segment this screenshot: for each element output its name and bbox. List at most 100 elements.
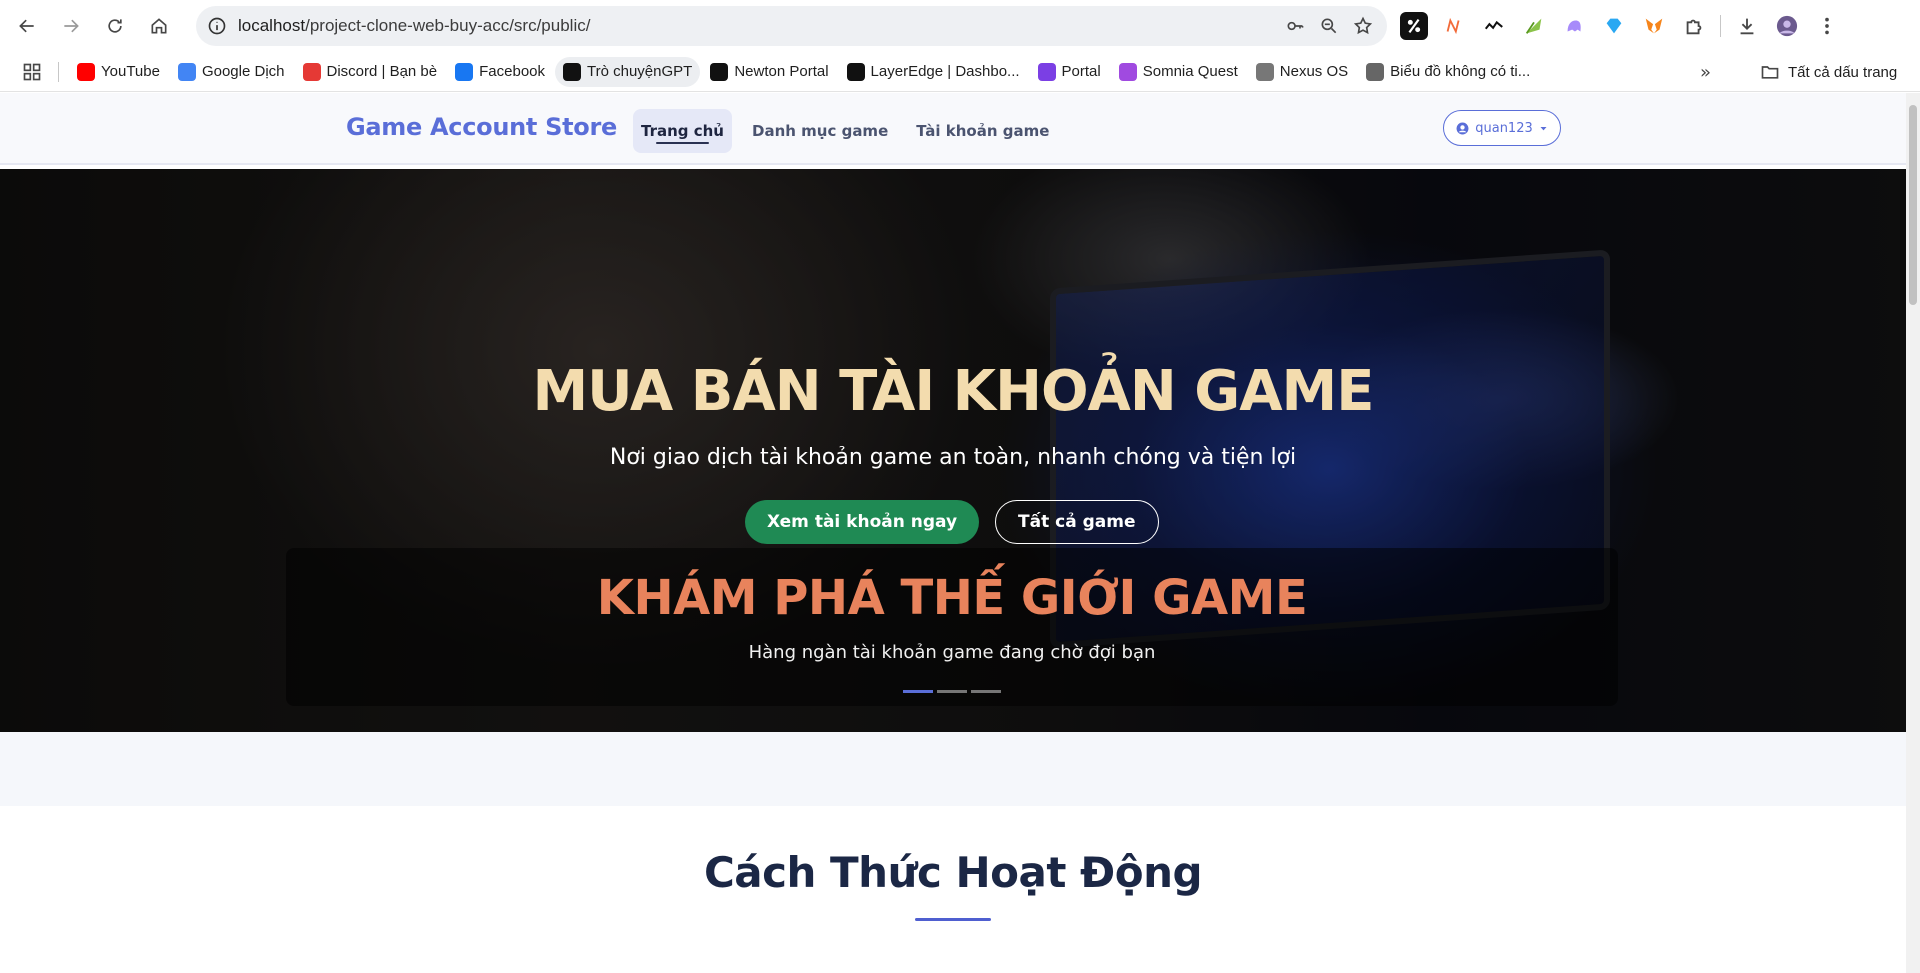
bookmark-label: Somnia Quest	[1142, 63, 1238, 80]
folder-icon	[1761, 66, 1779, 79]
bookmark-label: Google Dịch	[201, 63, 285, 80]
bookmark-item[interactable]: Trò chuyệnGPT	[555, 56, 701, 87]
metamask-icon[interactable]	[1640, 12, 1668, 40]
chatgpt-icon	[563, 62, 581, 81]
carousel-indicator[interactable]	[937, 690, 967, 693]
all-games-button[interactable]: Tất cả game	[995, 500, 1159, 544]
arrow-right-icon	[64, 19, 79, 33]
bookmark-item[interactable]: Newton Portal	[702, 57, 836, 87]
zoom-icon[interactable]	[1319, 16, 1339, 36]
nav-buttons	[11, 10, 175, 42]
nav-categories-label: Danh mục game	[752, 122, 889, 140]
browser-window: localhost/project-clone-web-buy-acc/src/…	[0, 0, 1920, 973]
extension-wave-icon[interactable]	[1480, 12, 1508, 40]
profile-avatar[interactable]	[1773, 12, 1801, 40]
bookmark-item[interactable]: Nexus OS	[1248, 57, 1356, 87]
carousel-caption: KHÁM PHÁ THẾ GIỚI GAME Hàng ngàn tài kho…	[286, 548, 1618, 706]
more-bookmarks-button[interactable]: »	[1700, 52, 1711, 92]
nav-accounts-label: Tài khoản game	[916, 122, 1050, 140]
bookmark-item[interactable]: Facebook	[447, 57, 553, 87]
caption-subtitle: Hàng ngàn tài khoản game đang chờ đợi bạ…	[748, 642, 1156, 663]
forward-button[interactable]	[55, 10, 87, 42]
hero-carousel: MUA BÁN TÀI KHOẢN GAME Nơi giao dịch tài…	[0, 169, 1906, 732]
chart-bookmark-icon	[1366, 62, 1385, 81]
user-menu-button[interactable]: quan123	[1443, 110, 1561, 146]
url-host: localhost	[238, 16, 306, 35]
view-accounts-button[interactable]: Xem tài khoản ngay	[745, 500, 980, 544]
bookmark-label: YouTube	[101, 63, 160, 80]
somnia-icon	[1118, 62, 1137, 81]
extension-slash-icon[interactable]	[1400, 12, 1428, 40]
reload-button[interactable]	[99, 10, 131, 42]
bookmark-label: Portal	[1061, 63, 1101, 80]
menu-kebab-icon[interactable]	[1813, 12, 1841, 40]
username: quan123	[1475, 120, 1533, 136]
nav-home[interactable]: Trang chủ	[633, 109, 732, 153]
caret-down-icon	[1540, 126, 1547, 130]
bookmark-item[interactable]: LayerEdge | Dashbo...	[839, 57, 1028, 87]
back-button[interactable]	[11, 10, 43, 42]
site-info-icon[interactable]	[206, 15, 228, 37]
home-icon	[151, 18, 167, 34]
bookmark-list: YouTube Google Dịch Discord | Bạn bè Facebo…	[69, 56, 1540, 87]
bookmark-item[interactable]: Google Dịch	[170, 57, 293, 87]
bookmark-label: Newton Portal	[734, 63, 829, 80]
bookmark-item[interactable]: Discord | Bạn bè	[295, 57, 446, 87]
hero-subtitle: Nơi giao dịch tài khoản game an toàn, nh…	[609, 445, 1297, 470]
page-viewport: Game Account Store Trang chủ Danh mục ga…	[0, 93, 1920, 973]
portal-icon	[1037, 62, 1056, 81]
toolbar-separator	[1720, 15, 1721, 37]
page-scrollbar[interactable]	[1906, 93, 1920, 973]
all-bookmarks-button[interactable]: Tất cả dấu trang	[1760, 57, 1897, 87]
download-icon[interactable]	[1733, 12, 1761, 40]
nav-home-label: Trang chủ	[641, 122, 724, 140]
nav-game-accounts[interactable]: Tài khoản game	[908, 109, 1057, 153]
facebook-icon	[455, 62, 474, 81]
nav-links: Trang chủ Danh mục game Tài khoản game	[633, 109, 1057, 153]
address-bar[interactable]: localhost/project-clone-web-buy-acc/src/…	[196, 6, 1387, 46]
layeredge-icon	[846, 62, 865, 81]
carousel-indicator[interactable]	[903, 690, 933, 693]
bookmarks-bar: YouTube Google Dịch Discord | Bạn bè Facebo…	[0, 52, 1920, 92]
address-bar-actions	[1285, 6, 1373, 46]
brand-logo[interactable]: Game Account Store	[346, 113, 617, 141]
hero-title: MUA BÁN TÀI KHOẢN GAME	[532, 359, 1374, 424]
extensions-row	[1400, 10, 1841, 42]
bookmark-label: Trò chuyệnGPT	[587, 63, 693, 80]
extension-leaf-icon[interactable]	[1520, 12, 1548, 40]
site-navbar: Game Account Store Trang chủ Danh mục ga…	[0, 93, 1906, 165]
bookmark-item[interactable]: Biểu đồ không có ti...	[1358, 57, 1538, 87]
home-button[interactable]	[143, 10, 175, 42]
section-spacer	[0, 732, 1906, 806]
url-path: /project-clone-web-buy-acc/src/public/	[305, 16, 591, 35]
bookmark-label: Biểu đồ không có ti...	[1390, 63, 1531, 80]
all-bookmarks-label: Tất cả dấu trang	[1788, 63, 1898, 81]
apps-grid-icon[interactable]	[12, 52, 52, 92]
extension-ghost-icon[interactable]	[1560, 12, 1588, 40]
title-underline	[915, 918, 991, 921]
youtube-icon	[77, 62, 95, 81]
carousel-indicators	[903, 690, 1001, 693]
caption-title: KHÁM PHÁ THẾ GIỚI GAME	[596, 570, 1308, 626]
extension-diamond-icon[interactable]	[1600, 12, 1628, 40]
more-bookmarks-label: »	[1700, 61, 1712, 83]
extensions-puzzle-icon[interactable]	[1680, 12, 1708, 40]
bookmark-label: Facebook	[479, 63, 545, 80]
hero-buttons: Xem tài khoản ngay Tất cả game	[745, 500, 1159, 544]
bookmark-separator	[58, 61, 59, 82]
key-icon[interactable]	[1285, 16, 1305, 36]
nav-game-categories[interactable]: Danh mục game	[744, 109, 896, 153]
bookmark-item[interactable]: YouTube	[69, 57, 168, 87]
browser-toolbar: localhost/project-clone-web-buy-acc/src/…	[0, 0, 1920, 52]
reload-icon	[108, 19, 122, 33]
arrow-left-icon	[19, 19, 34, 33]
extension-n-icon[interactable]	[1440, 12, 1468, 40]
bookmark-item[interactable]: Somnia Quest	[1111, 57, 1246, 87]
discord-icon	[302, 62, 321, 81]
bookmark-item[interactable]: Portal	[1030, 57, 1109, 87]
carousel-indicator[interactable]	[971, 690, 1001, 693]
url-text[interactable]: localhost/project-clone-web-buy-acc/src/…	[238, 16, 590, 36]
star-icon[interactable]	[1353, 16, 1373, 36]
bookmark-label: Discord | Bạn bè	[326, 63, 438, 80]
scrollbar-thumb[interactable]	[1909, 105, 1917, 305]
